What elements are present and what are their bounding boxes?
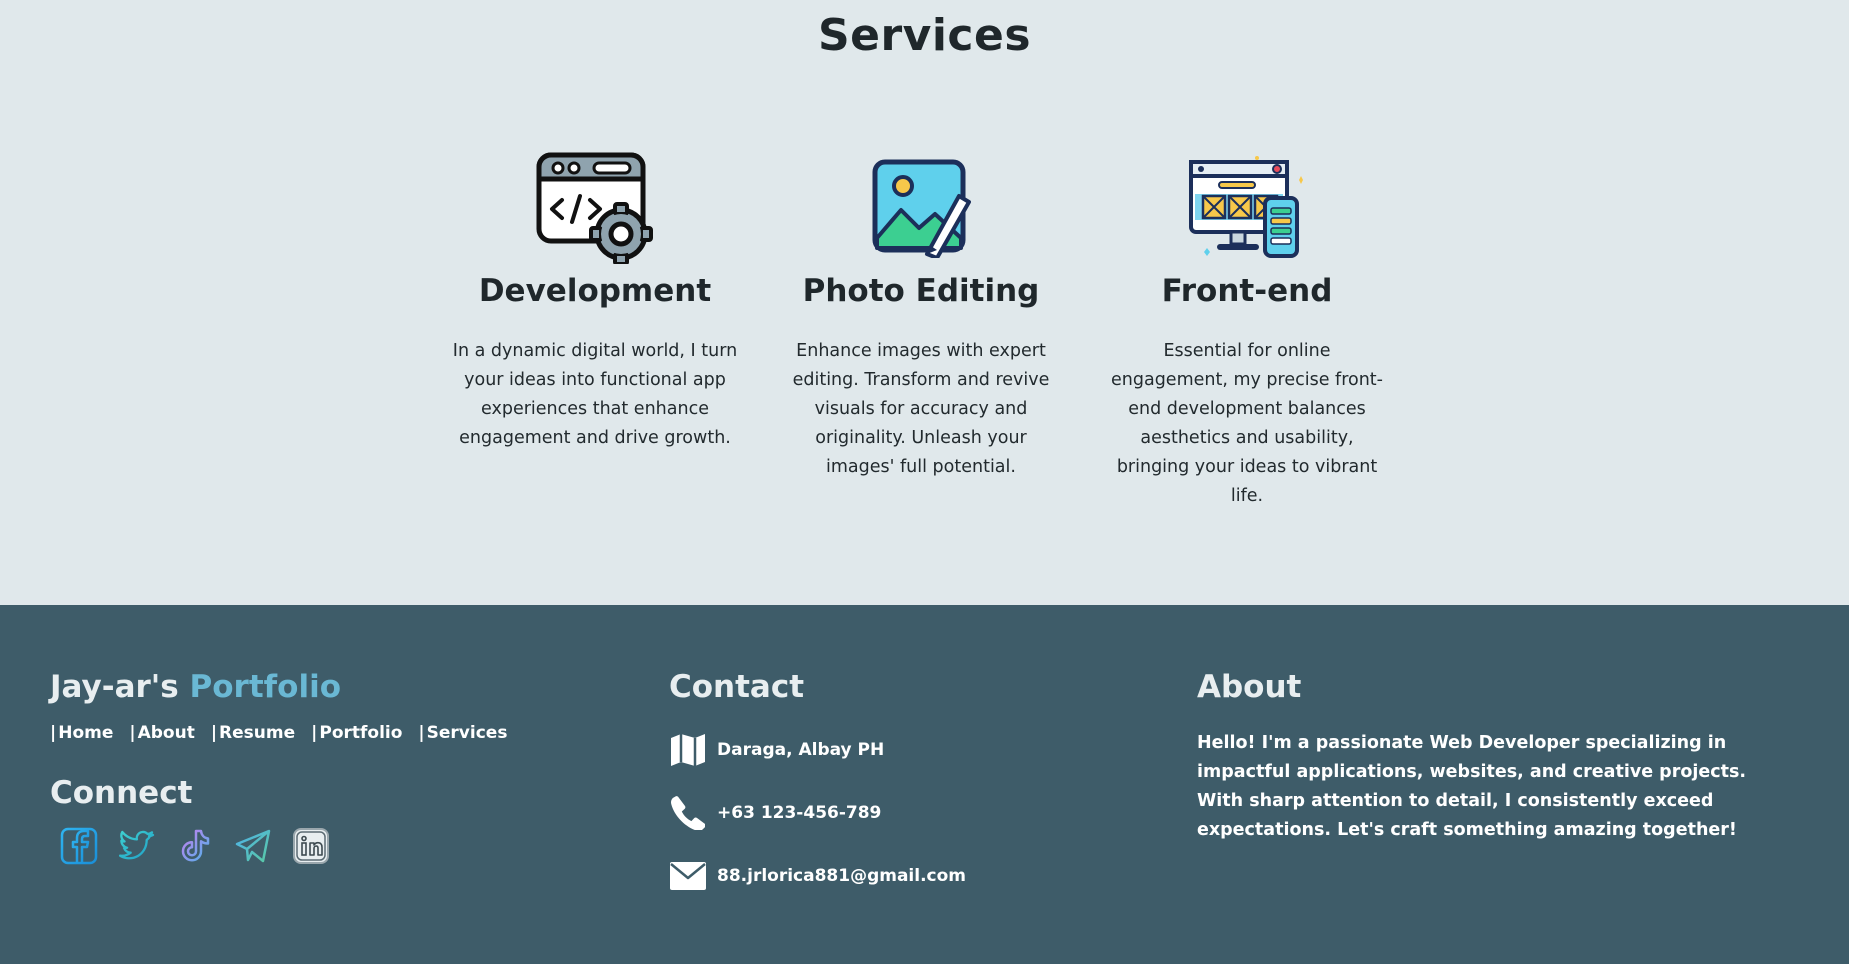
footer-nav: | Home | About | Resume | Portfolio | Service… <box>50 723 507 743</box>
services-title: Services <box>817 10 1032 61</box>
contact-title: Contact <box>669 669 805 705</box>
about-text: Hello! I'm a passionate Web Developer sp… <box>1197 733 1747 840</box>
connect-title: Connect <box>50 775 193 811</box>
telegram-icon <box>235 829 271 863</box>
about-title: About <box>1197 669 1302 705</box>
site-footer: Jay-ar's Portfolio | Home | About | Resume … <box>0 605 1849 964</box>
tiktok-link[interactable] <box>176 827 214 865</box>
brand-name: Jay-ar's <box>50 669 179 705</box>
service-title: Front-end <box>1161 273 1333 309</box>
nav-link-services[interactable]: | Services <box>418 723 507 743</box>
tiktok-icon <box>181 829 210 862</box>
social-links <box>60 827 330 865</box>
contact-phone-text: +63 123-456-789 <box>717 803 882 823</box>
code-window-gear-icon <box>536 152 653 264</box>
telegram-link[interactable] <box>234 827 272 865</box>
footer-brand: Jay-ar's Portfolio <box>50 669 341 705</box>
linkedin-link[interactable] <box>292 827 330 865</box>
map-icon <box>671 734 705 766</box>
service-description: In a dynamic digital world, I turn your … <box>452 341 738 448</box>
service-card-photo-editing: Photo Editing Enhance images with expert… <box>771 150 1071 482</box>
mail-icon <box>670 862 706 890</box>
service-description: Enhance images with expert editing. Tran… <box>792 341 1050 477</box>
services-section: Services Development In a dynamic digita… <box>0 0 1849 605</box>
contact-address-text: Daraga, Albay PH <box>717 740 885 760</box>
brand-accent: Portfolio <box>189 669 341 705</box>
facebook-link[interactable] <box>60 827 98 865</box>
twitter-icon <box>118 830 155 860</box>
facebook-icon <box>60 827 98 865</box>
nav-link-home[interactable]: | Home <box>50 723 113 743</box>
nav-link-about[interactable]: | About <box>129 723 194 743</box>
service-card-development: Development In a dynamic digital world, … <box>445 150 745 453</box>
service-description: Essential for online engagement, my prec… <box>1111 341 1383 506</box>
contact-email-text: 88.jrlorica881@gmail.com <box>717 866 967 886</box>
service-card-front-end: Front-end Essential for online engagemen… <box>1097 150 1397 511</box>
contact-email[interactable]: 88.jrlorica881@gmail.com <box>669 857 966 895</box>
nav-link-portfolio[interactable]: | Portfolio <box>311 723 402 743</box>
contact-address: Daraga, Albay PH <box>669 731 884 769</box>
monitor-phone-layout-icon <box>1189 155 1303 258</box>
phone-icon <box>671 796 705 830</box>
nav-link-resume[interactable]: | Resume <box>211 723 295 743</box>
twitter-link[interactable] <box>118 827 156 865</box>
contact-phone[interactable]: +63 123-456-789 <box>669 794 881 832</box>
linkedin-icon <box>293 828 329 864</box>
service-title: Photo Editing <box>802 273 1040 309</box>
service-title: Development <box>478 273 712 309</box>
image-edit-icon <box>872 159 971 258</box>
